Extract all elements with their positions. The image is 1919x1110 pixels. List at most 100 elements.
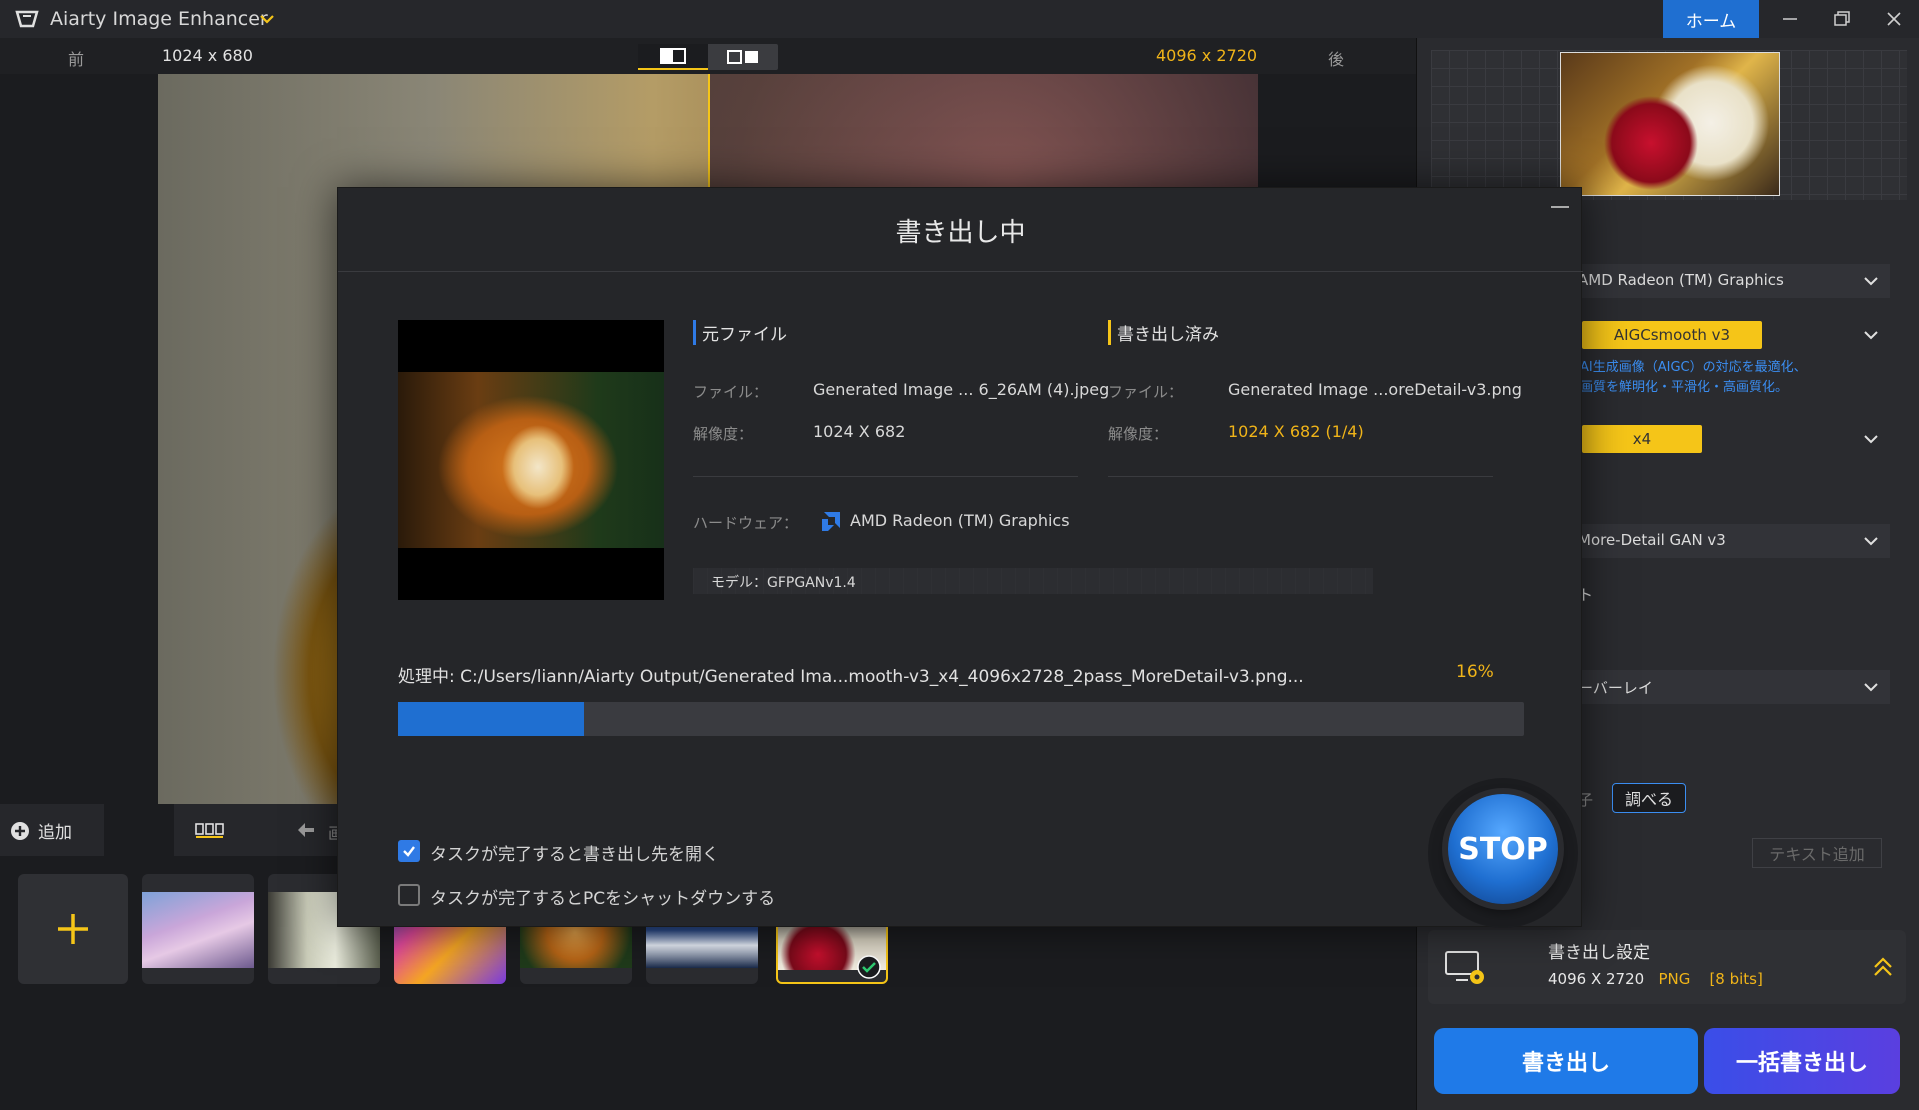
app-title: Aiarty Image Enhancer bbox=[50, 8, 268, 30]
hardware-label: ハードウェア： bbox=[693, 514, 799, 532]
stop-button[interactable]: STOP bbox=[1448, 794, 1558, 904]
chevron-down-icon[interactable] bbox=[258, 10, 276, 28]
source-file-label: ファイル： bbox=[693, 383, 769, 401]
model-select[interactable]: AIGCsmooth v3 bbox=[1566, 318, 1890, 352]
side-by-side-icon bbox=[727, 50, 758, 64]
arrow-left-icon bbox=[298, 823, 314, 837]
chevron-down-icon bbox=[1864, 537, 1878, 546]
split-view-icon bbox=[660, 48, 686, 64]
progress-bar bbox=[398, 702, 1524, 736]
strip-view-button[interactable] bbox=[192, 818, 228, 842]
model-note-line-2: 画質を鮮明化・平滑化・高画質化。 bbox=[1580, 380, 1789, 395]
chevron-down-icon bbox=[1864, 277, 1878, 286]
thumbnail-item[interactable] bbox=[142, 874, 254, 984]
gpu-select[interactable]: AMD Radeon (TM) Graphics bbox=[1566, 264, 1890, 298]
export-progress-dialog: 書き出し中 元ファイル 書き出し済み ファイル： Generated Image… bbox=[337, 187, 1583, 928]
minimize-icon bbox=[1783, 18, 1797, 20]
output-file-value: Generated Image ...oreDetail-v3.png bbox=[1228, 380, 1522, 399]
add-circle-icon bbox=[11, 821, 29, 840]
dialog-header: 書き出し中 bbox=[338, 188, 1583, 272]
add-text-button[interactable]: テキスト追加 bbox=[1752, 838, 1882, 868]
second-model-value: More-Detail GAN v3 bbox=[1578, 531, 1726, 549]
chevron-down-icon bbox=[1864, 683, 1878, 692]
back-arrow-button[interactable] bbox=[288, 818, 324, 842]
app-logo-icon bbox=[15, 10, 39, 28]
model-chip: AIGCsmooth v3 bbox=[1582, 321, 1762, 349]
maximize-button[interactable] bbox=[1822, 4, 1862, 34]
source-thumbnail-image bbox=[398, 372, 664, 548]
gpu-select-value: AMD Radeon (TM) Graphics bbox=[1578, 271, 1784, 289]
batch-export-button[interactable]: 一括書き出し bbox=[1704, 1028, 1900, 1094]
checkmark-badge-icon bbox=[857, 955, 881, 979]
add-image-button[interactable]: 追加 bbox=[10, 818, 72, 843]
chevron-up-double-icon[interactable] bbox=[1872, 956, 1894, 978]
export-settings-summary: 4096 X 2720 PNG [8 bits] bbox=[1548, 970, 1763, 988]
overlay-select[interactable]: ーバーレイ bbox=[1566, 670, 1890, 704]
amd-icon bbox=[822, 512, 840, 531]
close-button[interactable] bbox=[1874, 4, 1914, 34]
export-format: PNG bbox=[1658, 970, 1691, 988]
source-res-label: 解像度： bbox=[693, 425, 754, 443]
source-file-value: Generated Image ... 6_26AM (4).jpeg bbox=[813, 380, 1110, 399]
shutdown-label[interactable]: タスクが完了するとPCをシャットダウンする bbox=[430, 884, 775, 909]
checkmark-icon bbox=[403, 846, 415, 857]
progress-bar-fill bbox=[398, 702, 584, 736]
hardware-value: AMD Radeon (TM) Graphics bbox=[850, 511, 1070, 530]
export-resolution: 4096 X 2720 bbox=[1548, 970, 1645, 988]
open-destination-checkbox[interactable] bbox=[398, 840, 420, 862]
view-mode-toggle bbox=[638, 44, 778, 70]
chevron-down-icon bbox=[1864, 331, 1878, 340]
progress-percent: 16% bbox=[1456, 662, 1494, 682]
open-destination-label[interactable]: タスクが完了すると書き出し先を開く bbox=[430, 840, 719, 865]
before-label: 前 bbox=[68, 50, 85, 69]
before-resolution: 1024 x 680 bbox=[162, 46, 253, 65]
processing-path: 処理中: C:/Users/liann/Aiarty Output/Genera… bbox=[398, 667, 1304, 687]
add-label: 追加 bbox=[38, 823, 72, 843]
output-res-label: 解像度： bbox=[1108, 425, 1169, 443]
compare-bar: 前 1024 x 680 4096 x 2720 後 bbox=[0, 38, 1416, 74]
thumbnail-toolbar: 追加 画 bbox=[0, 804, 344, 856]
second-model-select[interactable]: More-Detail GAN v3 bbox=[1566, 524, 1890, 558]
navigator-thumbnail[interactable] bbox=[1560, 52, 1780, 196]
strip-view-icon bbox=[195, 823, 224, 838]
dialog-minimize-button[interactable] bbox=[1551, 206, 1569, 208]
export-settings-title: 書き出し設定 bbox=[1548, 943, 1650, 963]
split-view-button[interactable] bbox=[638, 44, 708, 70]
minimize-button[interactable] bbox=[1770, 4, 1810, 34]
export-bits: [8 bits] bbox=[1709, 970, 1763, 988]
export-settings-panel[interactable]: 書き出し設定 4096 X 2720 PNG [8 bits] bbox=[1428, 930, 1906, 1004]
shutdown-checkbox[interactable] bbox=[398, 884, 420, 906]
export-settings-icon bbox=[1445, 951, 1484, 984]
divider bbox=[693, 476, 1078, 477]
app-window: Aiarty Image Enhancer ホーム 前 1024 x 680 4… bbox=[0, 0, 1919, 1110]
output-res-value: 1024 X 682 (1/4) bbox=[1228, 422, 1364, 441]
output-file-label: ファイル： bbox=[1108, 383, 1184, 401]
dialog-title: 書き出し中 bbox=[895, 218, 1026, 248]
model-note-line-1: AI生成画像（AIGC）の対応を最適化、 bbox=[1580, 360, 1807, 375]
source-thumbnail bbox=[398, 320, 664, 600]
compare-split-handle[interactable] bbox=[708, 74, 710, 194]
after-resolution: 4096 x 2720 bbox=[1156, 46, 1258, 65]
plus-icon bbox=[58, 914, 88, 944]
home-button[interactable]: ホーム bbox=[1663, 0, 1759, 38]
source-res-value: 1024 X 682 bbox=[813, 422, 906, 441]
side-by-side-view-button[interactable] bbox=[708, 44, 778, 70]
output-section-heading: 書き出し済み bbox=[1108, 320, 1219, 345]
scale-chip: x4 bbox=[1582, 425, 1702, 453]
title-bar: Aiarty Image Enhancer ホーム bbox=[0, 0, 1919, 38]
strip-view-active bbox=[104, 804, 174, 856]
close-icon bbox=[1887, 12, 1901, 26]
lookup-button[interactable]: 調べる bbox=[1612, 783, 1686, 813]
source-section-heading: 元ファイル bbox=[693, 320, 787, 345]
add-thumbnail-button[interactable] bbox=[18, 874, 128, 984]
model-info-row: モデル：GFPGANv1.4 bbox=[693, 568, 1373, 594]
export-button[interactable]: 書き出し bbox=[1434, 1028, 1698, 1094]
thumbnail-image bbox=[142, 892, 254, 968]
scale-select[interactable]: x4 bbox=[1566, 422, 1890, 456]
model-text: モデル：GFPGANv1.4 bbox=[711, 575, 856, 591]
divider bbox=[1108, 476, 1493, 477]
after-label: 後 bbox=[1328, 50, 1345, 69]
chevron-down-icon bbox=[1864, 435, 1878, 444]
restore-icon bbox=[1834, 11, 1850, 26]
overlay-select-value: ーバーレイ bbox=[1578, 679, 1653, 697]
